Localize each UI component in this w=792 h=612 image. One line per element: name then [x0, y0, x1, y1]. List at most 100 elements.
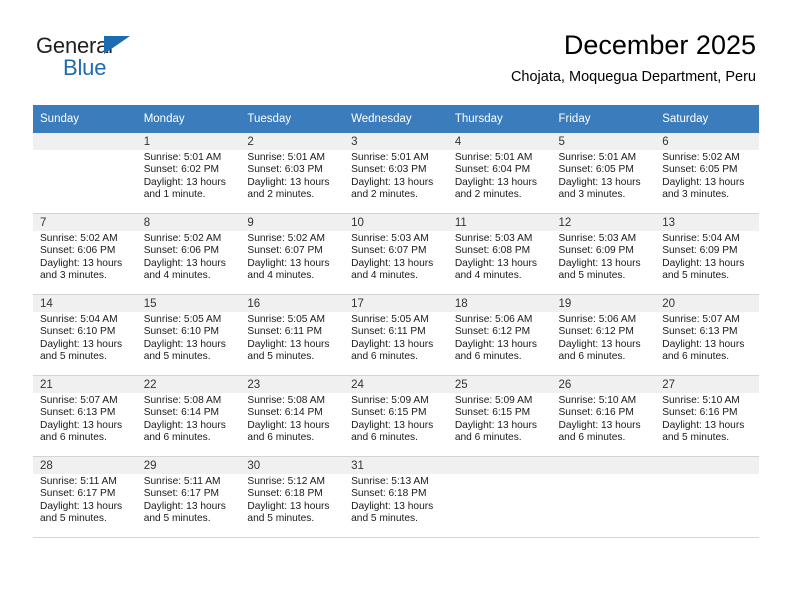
day-cell[interactable]: 25 Sunrise: 5:09 AM Sunset: 6:15 PM Dayligh…	[447, 376, 552, 457]
daylight-text-line2: and 6 minutes.	[247, 432, 315, 444]
daylight-text-line2: and 5 minutes.	[662, 432, 730, 444]
day-cell[interactable]: 24 Sunrise: 5:09 AM Sunset: 6:15 PM Dayligh…	[344, 376, 448, 457]
day-number: 1	[136, 133, 241, 150]
sunset-text: Sunset: 6:09 PM	[662, 245, 738, 257]
daylight-text-line2: and 2 minutes.	[454, 189, 522, 201]
sunrise-text: Sunrise: 5:01 AM	[351, 152, 429, 163]
generalblue-logo[interactable]: General Blue	[36, 33, 236, 89]
daylight-text-line1: Daylight: 13 hours	[662, 338, 745, 350]
daylight-text-line1: Daylight: 13 hours	[351, 257, 434, 269]
sunrise-text: Sunrise: 5:10 AM	[662, 395, 740, 406]
daylight-text-line1: Daylight: 13 hours	[143, 338, 226, 350]
day-cell[interactable]: 11 Sunrise: 5:03 AM Sunset: 6:08 PM Dayligh…	[447, 214, 552, 295]
day-cell[interactable]	[655, 457, 759, 538]
day-cell[interactable]: 3 Sunrise: 5:01 AM Sunset: 6:03 PM Daylight…	[344, 133, 448, 214]
day-cell[interactable]: 29 Sunrise: 5:11 AM Sunset: 6:17 PM Dayligh…	[136, 457, 241, 538]
sunset-text: Sunset: 6:14 PM	[247, 407, 323, 419]
sunrise-text: Sunrise: 5:08 AM	[247, 395, 325, 406]
day-number: 27	[655, 376, 759, 393]
daylight-text-line2: and 4 minutes.	[143, 270, 211, 282]
daylight-text-line1: Daylight: 13 hours	[247, 338, 330, 350]
day-cell[interactable]: 16 Sunrise: 5:05 AM Sunset: 6:11 PM Dayligh…	[240, 295, 345, 376]
day-number: 17	[344, 295, 448, 312]
sunrise-text: Sunrise: 5:10 AM	[558, 395, 637, 406]
day-cell[interactable]: 12 Sunrise: 5:03 AM Sunset: 6:09 PM Dayligh…	[551, 214, 656, 295]
day-cell[interactable]: 8 Sunrise: 5:02 AM Sunset: 6:06 PM Daylight…	[136, 214, 241, 295]
day-cell[interactable]: 19 Sunrise: 5:06 AM Sunset: 6:12 PM Dayligh…	[551, 295, 656, 376]
day-number: 15	[136, 295, 241, 312]
day-cell[interactable]: 2 Sunrise: 5:01 AM Sunset: 6:03 PM Daylight…	[240, 133, 345, 214]
daylight-text-line1: Daylight: 13 hours	[454, 257, 537, 269]
daylight-text-line1: Daylight: 13 hours	[454, 338, 537, 350]
daylight-text-line2: and 5 minutes.	[143, 351, 211, 363]
day-cell[interactable]: 28 Sunrise: 5:11 AM Sunset: 6:17 PM Dayligh…	[33, 457, 137, 538]
sunset-text: Sunset: 6:18 PM	[247, 488, 323, 500]
day-cell[interactable]: 22 Sunrise: 5:08 AM Sunset: 6:14 PM Dayligh…	[136, 376, 241, 457]
day-cell[interactable]	[33, 133, 137, 214]
day-cell[interactable]: 30 Sunrise: 5:12 AM Sunset: 6:18 PM Dayligh…	[240, 457, 345, 538]
sunrise-text: Sunrise: 5:05 AM	[351, 314, 429, 325]
day-cell[interactable]: 15 Sunrise: 5:05 AM Sunset: 6:10 PM Dayligh…	[136, 295, 241, 376]
day-cell[interactable]: 17 Sunrise: 5:05 AM Sunset: 6:11 PM Dayligh…	[344, 295, 448, 376]
day-number: 14	[33, 295, 137, 312]
day-number: 3	[344, 133, 448, 150]
day-cell[interactable]: 18 Sunrise: 5:06 AM Sunset: 6:12 PM Dayligh…	[447, 295, 552, 376]
daylight-text-line2: and 5 minutes.	[143, 513, 211, 525]
sunset-text: Sunset: 6:17 PM	[40, 488, 116, 500]
day-number: 30	[240, 457, 345, 474]
day-cell[interactable]: 6 Sunrise: 5:02 AM Sunset: 6:05 PM Daylight…	[655, 133, 759, 214]
sunset-text: Sunset: 6:12 PM	[558, 326, 634, 338]
calendar-week-row: 28 Sunrise: 5:11 AM Sunset: 6:17 PM Dayligh…	[33, 457, 759, 538]
day-number: 9	[240, 214, 345, 231]
day-cell[interactable]	[447, 457, 552, 538]
day-number: 22	[136, 376, 241, 393]
sunrise-text: Sunrise: 5:02 AM	[40, 233, 118, 244]
day-cell[interactable]: 9 Sunrise: 5:02 AM Sunset: 6:07 PM Daylight…	[240, 214, 345, 295]
sunrise-text: Sunrise: 5:01 AM	[143, 152, 222, 163]
day-cell[interactable]: 4 Sunrise: 5:01 AM Sunset: 6:04 PM Daylight…	[447, 133, 552, 214]
day-cell[interactable]: 23 Sunrise: 5:08 AM Sunset: 6:14 PM Dayligh…	[240, 376, 345, 457]
calendar-header-row: Sunday Monday Tuesday Wednesday Thursday…	[33, 105, 759, 133]
day-cell[interactable]: 10 Sunrise: 5:03 AM Sunset: 6:07 PM Dayligh…	[344, 214, 448, 295]
daylight-text-line2: and 5 minutes.	[247, 351, 315, 363]
sunrise-text: Sunrise: 5:04 AM	[40, 314, 118, 325]
sunset-text: Sunset: 6:15 PM	[351, 407, 427, 419]
day-cell[interactable]: 21 Sunrise: 5:07 AM Sunset: 6:13 PM Dayligh…	[33, 376, 137, 457]
day-cell[interactable]: 14 Sunrise: 5:04 AM Sunset: 6:10 PM Dayligh…	[33, 295, 137, 376]
sunset-text: Sunset: 6:11 PM	[351, 326, 426, 338]
daylight-text-line2: and 5 minutes.	[351, 513, 418, 525]
day-cell[interactable]: 27 Sunrise: 5:10 AM Sunset: 6:16 PM Dayligh…	[655, 376, 759, 457]
sunset-text: Sunset: 6:16 PM	[558, 407, 634, 419]
day-cell[interactable]: 13 Sunrise: 5:04 AM Sunset: 6:09 PM Dayligh…	[655, 214, 759, 295]
daylight-text-line2: and 6 minutes.	[40, 432, 107, 444]
daylight-text-line1: Daylight: 13 hours	[143, 419, 226, 431]
daylight-text-line2: and 6 minutes.	[351, 351, 418, 363]
day-cell[interactable]	[551, 457, 656, 538]
day-number: 20	[655, 295, 759, 312]
day-number: 8	[136, 214, 241, 231]
day-cell[interactable]: 5 Sunrise: 5:01 AM Sunset: 6:05 PM Daylight…	[551, 133, 656, 214]
daylight-text-line1: Daylight: 13 hours	[558, 176, 641, 188]
sunrise-text: Sunrise: 5:04 AM	[662, 233, 740, 244]
sunrise-text: Sunrise: 5:03 AM	[558, 233, 637, 244]
sunrise-text: Sunrise: 5:02 AM	[143, 233, 222, 244]
daylight-text-line1: Daylight: 13 hours	[247, 257, 330, 269]
daylight-text-line2: and 1 minute.	[143, 189, 206, 201]
sunset-text: Sunset: 6:11 PM	[247, 326, 322, 338]
sunrise-text: Sunrise: 5:01 AM	[558, 152, 637, 163]
day-number: 2	[240, 133, 345, 150]
day-cell[interactable]: 26 Sunrise: 5:10 AM Sunset: 6:16 PM Dayligh…	[551, 376, 656, 457]
day-cell[interactable]: 7 Sunrise: 5:02 AM Sunset: 6:06 PM Daylight…	[33, 214, 137, 295]
sunrise-text: Sunrise: 5:07 AM	[662, 314, 740, 325]
day-cell[interactable]: 20 Sunrise: 5:07 AM Sunset: 6:13 PM Dayligh…	[655, 295, 759, 376]
daylight-text-line2: and 3 minutes.	[662, 189, 730, 201]
day-cell[interactable]: 1 Sunrise: 5:01 AM Sunset: 6:02 PM Daylight…	[136, 133, 241, 214]
day-cell[interactable]: 31 Sunrise: 5:13 AM Sunset: 6:18 PM Dayligh…	[344, 457, 448, 538]
sunrise-text: Sunrise: 5:09 AM	[351, 395, 429, 406]
daylight-text-line1: Daylight: 13 hours	[351, 176, 434, 188]
calendar-body: 1 Sunrise: 5:01 AM Sunset: 6:02 PM Daylight…	[33, 133, 759, 538]
daylight-text-line2: and 6 minutes.	[454, 351, 522, 363]
sunrise-text: Sunrise: 5:11 AM	[143, 476, 221, 487]
daylight-text-line1: Daylight: 13 hours	[143, 176, 226, 188]
sunset-text: Sunset: 6:10 PM	[40, 326, 116, 338]
